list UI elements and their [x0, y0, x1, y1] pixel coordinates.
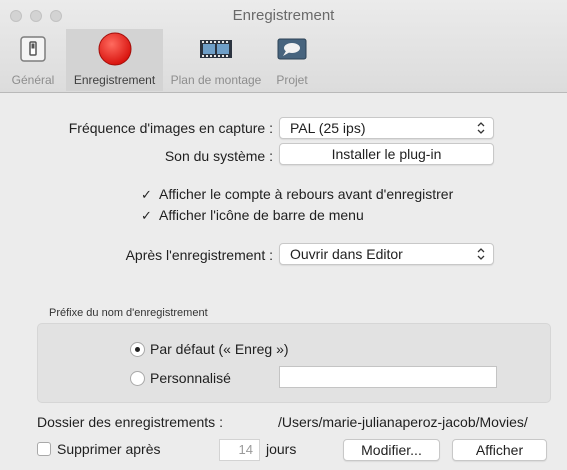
prefix-custom-label: Personnalisé	[150, 370, 231, 386]
tab-project[interactable]: Projet	[269, 29, 315, 91]
switch-icon	[20, 36, 46, 62]
system-audio-label: Son du système :	[164, 148, 273, 164]
prefix-default-label: Par défaut (« Enreg »)	[150, 341, 289, 357]
tab-timeline[interactable]: Plan de montage	[163, 29, 269, 91]
record-icon	[98, 32, 131, 66]
tab-timeline-label: Plan de montage	[170, 73, 262, 87]
checkmark-icon: ✓	[141, 208, 152, 223]
radio-selected-dot	[135, 347, 140, 352]
after-recording-popup[interactable]: Ouvrir dans Editor	[279, 243, 494, 265]
days-input[interactable]: 14	[219, 439, 260, 461]
title-bar: Enregistrement Général Enregistrement Pl…	[0, 0, 567, 93]
delete-after-checkbox[interactable]	[37, 442, 51, 456]
tab-general-label: Général	[11, 73, 55, 87]
prefix-group-title: Préfixe du nom d'enregistrement	[49, 307, 208, 319]
countdown-label: Afficher le compte à rebours avant d'enr…	[159, 186, 454, 202]
frame-rate-value: PAL (25 ips)	[290, 120, 366, 136]
popup-arrows-icon	[477, 122, 485, 134]
tab-general[interactable]: Général	[0, 29, 66, 91]
modify-button[interactable]: Modifier...	[343, 439, 440, 461]
after-recording-label: Après l'enregistrement :	[125, 247, 273, 263]
menubar-icon-option[interactable]: ✓ Afficher l'icône de barre de menu	[141, 207, 364, 224]
countdown-option[interactable]: ✓ Afficher le compte à rebours avant d'en…	[141, 186, 453, 203]
window-title: Enregistrement	[232, 7, 335, 24]
frame-rate-popup[interactable]: PAL (25 ips)	[279, 117, 494, 139]
days-unit-label: jours	[266, 441, 297, 457]
preferences-window: Enregistrement Général Enregistrement Pl…	[0, 0, 567, 470]
after-recording-value: Ouvrir dans Editor	[290, 246, 403, 262]
install-plugin-button[interactable]: Installer le plug-in	[279, 143, 494, 165]
tab-project-label: Projet	[276, 73, 308, 87]
show-button[interactable]: Afficher	[452, 439, 547, 461]
checkmark-icon: ✓	[141, 187, 152, 202]
prefix-default-radio[interactable]	[130, 342, 145, 357]
menubar-label: Afficher l'icône de barre de menu	[159, 207, 364, 223]
delete-after-label: Supprimer après	[57, 441, 161, 457]
prefix-custom-input[interactable]	[279, 366, 497, 388]
filmstrip-icon	[200, 40, 232, 58]
folder-label: Dossier des enregistrements :	[37, 414, 223, 430]
frame-rate-label: Fréquence d'images en capture :	[68, 120, 273, 136]
popup-arrows-icon	[477, 248, 485, 260]
tab-recording[interactable]: Enregistrement	[66, 29, 163, 91]
prefix-group-box	[37, 323, 551, 403]
folder-path: /Users/marie-julianaperoz-jacob/Movies/	[278, 414, 528, 430]
tab-recording-label: Enregistrement	[73, 73, 156, 87]
prefix-custom-radio[interactable]	[130, 371, 145, 386]
project-icon	[277, 38, 307, 60]
